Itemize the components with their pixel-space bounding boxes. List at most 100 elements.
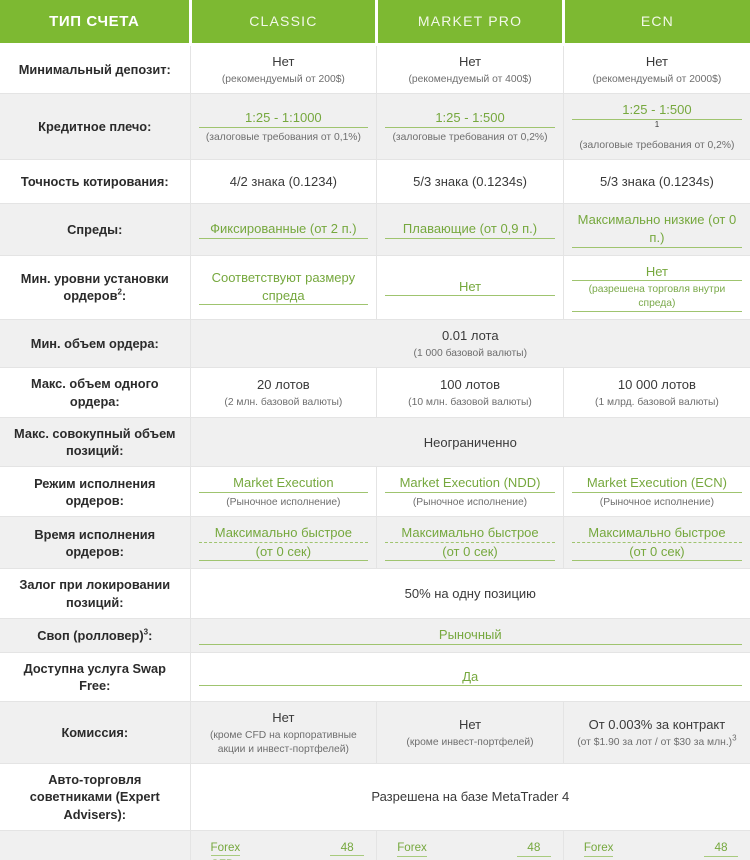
value-cell: Market Execution (ECN) (Рыночное исполнен… [563,466,750,518]
footnote-marker: 1 [654,119,660,129]
table-header: ТИП СЧЕТА CLASSIC MARKET PRO ECN [0,0,750,46]
table-row: Мин. объем ордера: 0.01 лота (1 000 базово… [0,319,750,369]
value-main: От 0.003% за контракт [588,716,726,732]
value-cell: От 0.003% за контракт (от $1.90 за лот / … [563,701,750,764]
value-link[interactable]: Рыночный [198,626,742,645]
value-link[interactable]: Market Execution (NDD) [385,474,555,494]
value-cell: Максимально быстрое (от 0 сек) [190,516,378,570]
value-main: 50% на одну позицию [404,586,536,602]
value-link-secondary[interactable]: (от 0 сек) [198,543,369,562]
value-main: Нет [272,53,295,69]
value-main: 100 лотов [440,376,500,392]
value-main: 5/3 знака (0.1234s) [600,174,714,190]
value-main: 20 лотов [257,376,310,392]
value-sub-text: (залоговые требования от 0,2%) [579,140,735,152]
account-comparison-page: ТИП СЧЕТА CLASSIC MARKET PRO ECN Минимал… [0,0,750,860]
instrument-name[interactable]: Forex [210,840,241,857]
instrument-name[interactable]: Forex [583,840,614,857]
value-sub-text: (залоговые требования от 0,2%) [392,131,548,143]
value-sub-text: (10 млн. базовой валюты) [408,397,532,409]
row-label-cell: Мин. объем ордера: [0,319,191,369]
value-link[interactable]: Максимально быстрое [571,524,742,543]
value-cell: Market Execution (Рыночное исполнение) [190,466,378,518]
value-cell: Максимально низкие (от 0 п.) [563,203,750,256]
value-link[interactable]: 1:25 - 1:1000 [198,109,369,128]
value-link[interactable]: Максимально низкие (от 0 п.) [571,211,742,248]
value-sub: (Рыночное исполнение) [385,496,555,509]
row-label: Доступна услуга Swap Free: [23,660,166,693]
table-row: Комиссия: Нет (кроме CFD на корпоративные … [0,701,750,764]
row-label: Макс. объем одного ордера: [31,376,159,409]
value-sub: (Рыночное исполнение) [199,496,369,509]
value-sub-text: (рекомендуемый от 400$) [408,73,532,85]
value-cell: Плавающие (от 0,9 п.) [376,203,564,256]
value-link[interactable]: Нет [571,263,742,282]
value-cell: Нет [376,255,564,320]
instrument-count[interactable]: 48 [516,840,551,857]
instruments-cell: Forex48CFD на драгоценные металлы7CFD на… [190,830,378,860]
value-cell: 4/2 знака (0.1234) [190,159,378,205]
row-label-cell: Доступна услуга Swap Free: [0,652,191,703]
value-cell: Максимально быстрое (от 0 сек) [563,516,750,570]
value-link[interactable]: Нет [385,278,555,297]
row-label: Время исполнения ордеров: [34,526,156,559]
header-account-type: ТИП СЧЕТА [0,0,192,46]
table-row: Режим исполнения ордеров: Market Executio… [0,466,750,518]
instrument-count[interactable]: 48 [330,840,365,857]
value-link-secondary[interactable]: (от 0 сек) [385,543,555,562]
instrument-count[interactable]: 48 [704,840,738,857]
row-label-cell: Залог при локировании позиций: [0,568,191,620]
value-link[interactable]: Market Execution [198,474,369,494]
value-cell: 5/3 знака (0.1234s) [376,159,564,205]
value-sub: (Рыночное исполнение) [572,496,742,509]
value-link[interactable]: Максимально быстрое [385,524,555,543]
value-sublink[interactable]: (разрешена торговля внутри спреда) [571,283,742,312]
value-link[interactable]: Плавающие (от 0,9 п.) [385,220,555,239]
value-cell: Нет (кроме CFD на корпоративные акции и и… [190,701,378,764]
value-sub: (1 млрд. базовой валюты) [572,396,742,409]
value-sub: (залоговые требования от 0,1%) [199,131,369,144]
row-label-cell: Кредитное плечо: [0,93,191,161]
row-label-cell: Мин. уровни установки ордеров2: [0,255,191,320]
value-link[interactable]: Market Execution (ECN) [571,474,742,494]
row-label-cell: Комиссия: [0,701,191,764]
value-sub-text: (от $1.90 за лот / от $30 за млн.) [577,736,733,748]
row-label-cell: Макс. совокупный объем позиций: [0,417,191,468]
value-link[interactable]: Максимально быстрое [198,524,369,543]
merged-value-cell: 50% на одну позицию [190,568,750,620]
value-sub-text: (2 млн. базовой валюты) [224,397,343,409]
value-sub-text: (рекомендуемый от 2000$) [592,73,722,85]
merged-value-cell: Рыночный [190,618,750,653]
value-sub-text: (Рыночное исполнение) [226,497,341,509]
value-link[interactable]: Фиксированные (от 2 п.) [198,220,369,239]
value-main: Нет [458,53,482,69]
value-link[interactable]: Соответствуют размеру спреда [198,269,369,306]
row-label: Режим исполнения ордеров: [34,475,156,508]
table-body: Минимальный депозит: Нет (рекомендуемый от… [0,44,750,860]
table-row: Кредитное плечо: 1:25 - 1:1000 (залоговые … [0,93,750,161]
value-link[interactable]: Да [198,668,742,687]
table-row: Точность котирования: 4/2 знака (0.1234) 5… [0,159,750,205]
value-sub-text: (Рыночное исполнение) [412,497,528,509]
value-link[interactable]: 1:25 - 1:500 [385,109,555,128]
value-cell: Максимально быстрое (от 0 сек) [376,516,564,570]
instruments-cell: Forex48CFD на драгоценные металлы7CFD на… [563,830,750,860]
value-sub-text: (кроме CFD на корпоративные акции и инве… [210,730,357,755]
row-label: Залог при локировании позиций: [19,577,171,610]
value-link[interactable]: 1:25 - 1:500 [571,101,742,120]
value-link-secondary[interactable]: (от 0 сек) [571,543,742,562]
value-sub: (1 000 базовой валюты) [413,348,528,360]
value-sub: (рекомендуемый от 2000$) [572,73,742,86]
row-label: Кредитное плечо: [38,119,152,135]
table-row: Спреды: Фиксированные (от 2 п.) Плавающие … [0,203,750,256]
header-column-market-pro: MARKET PRO [376,0,565,46]
instruments-cell: Forex48CFD на драгоценные металлы7CFD на… [376,830,564,860]
row-label: Точность котирования: [20,174,169,190]
value-sub: (рекомендуемый от 200$) [199,73,369,86]
table-row: Своп (ролловер)3: Рыночный [0,618,750,653]
row-label-cell: Своп (ролловер)3: [0,618,191,653]
footnote-marker: 3 [732,733,737,743]
instrument-name[interactable]: Forex [397,840,427,857]
value-cell: 1:25 - 1:500 (залоговые требования от 0,2… [376,93,564,161]
value-cell: Нет (рекомендуемый от 200$) [190,44,378,95]
